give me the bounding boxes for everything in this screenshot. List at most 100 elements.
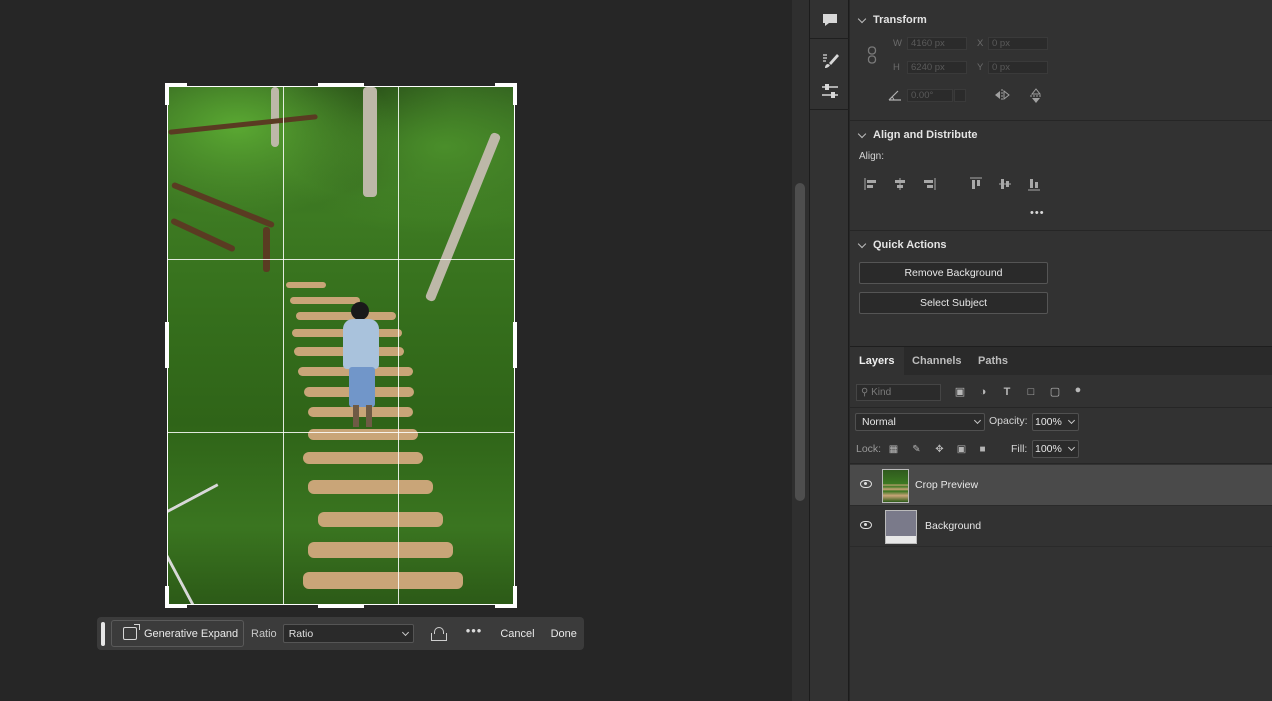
align-top-icon[interactable] xyxy=(969,177,983,191)
crop-contextual-taskbar: Generative Expand Ratio Ratio ••• Cancel… xyxy=(97,617,584,650)
fill-value: 100% xyxy=(1035,443,1062,455)
ratio-select[interactable]: Ratio xyxy=(282,624,414,643)
opacity-field[interactable]: 100% xyxy=(1032,413,1079,431)
lock-transparent-pixels-icon[interactable]: ▦ xyxy=(888,444,899,455)
tab-paths[interactable]: Paths xyxy=(969,347,1017,376)
transform-header[interactable]: Transform xyxy=(857,14,927,26)
layers-panel-tabs: Layers Channels Paths xyxy=(850,346,1272,376)
lock-artboard-icon[interactable]: ▣ xyxy=(956,444,967,455)
filter-toggle-icon[interactable]: ● xyxy=(1072,384,1084,396)
crop-handle-top[interactable] xyxy=(318,83,364,87)
layer-row-background[interactable]: Background xyxy=(850,506,1272,547)
done-button[interactable]: Done xyxy=(551,628,577,640)
crop-grid-line xyxy=(168,259,514,260)
align-vertical-center-icon[interactable] xyxy=(998,177,1012,191)
taskbar-grip-handle[interactable] xyxy=(101,621,105,646)
link-icon[interactable] xyxy=(867,46,877,64)
more-options-button[interactable]: ••• xyxy=(466,623,483,638)
crop-grid-line xyxy=(168,432,514,433)
x-field[interactable]: 0 px xyxy=(988,37,1048,50)
filter-shape-icon[interactable]: □ xyxy=(1025,386,1037,398)
scrollbar-thumb[interactable] xyxy=(795,183,805,501)
right-panel: Transform W 4160 px X 0 px H 6240 px Y 0… xyxy=(850,0,1272,701)
lock-image-pixels-icon[interactable]: ✎ xyxy=(911,444,922,455)
height-field[interactable]: 6240 px xyxy=(907,61,967,74)
photo-child-head xyxy=(351,302,369,320)
align-header[interactable]: Align and Distribute xyxy=(857,129,978,141)
quick-actions-header[interactable]: Quick Actions xyxy=(857,239,947,251)
content-aware-fill-icon[interactable] xyxy=(430,626,448,641)
crop-handle-top-left[interactable] xyxy=(165,83,169,105)
photo-image xyxy=(168,87,514,604)
chevron-down-icon xyxy=(1067,443,1076,452)
tab-layers[interactable]: Layers xyxy=(850,347,904,376)
layer-kind-filter[interactable]: ⚲ Kind xyxy=(856,384,941,401)
adjustments-icon[interactable] xyxy=(820,82,840,100)
filter-adjustment-icon[interactable]: ◑ xyxy=(977,386,989,398)
lock-position-icon[interactable]: ✥ xyxy=(934,444,945,455)
photo-step xyxy=(318,512,443,527)
crop-handle-bottom-left[interactable] xyxy=(165,586,169,608)
angle-field[interactable]: 0.00° xyxy=(907,89,953,102)
fill-field[interactable]: 100% xyxy=(1032,440,1079,458)
document-canvas[interactable]: Generative Expand Ratio Ratio ••• Cancel… xyxy=(0,0,792,701)
flip-horizontal-icon[interactable] xyxy=(993,88,1011,102)
ratio-label: Ratio xyxy=(251,627,277,640)
crop-handle-bottom[interactable] xyxy=(318,604,364,608)
blend-mode-select[interactable]: Normal xyxy=(855,413,985,431)
layer-name[interactable]: Background xyxy=(925,520,981,532)
height-label: H xyxy=(893,62,900,73)
lock-all-icon[interactable]: ■ xyxy=(977,444,988,455)
filter-smart-object-icon[interactable]: ▢ xyxy=(1049,386,1061,398)
align-section: Align and Distribute Align: ••• xyxy=(850,121,1272,231)
generative-expand-button[interactable]: Generative Expand xyxy=(111,620,244,647)
align-bottom-icon[interactable] xyxy=(1027,177,1041,191)
angle-dropdown[interactable] xyxy=(954,89,966,102)
photo-child-body xyxy=(343,319,379,369)
tab-channels[interactable]: Channels xyxy=(903,347,971,376)
align-right-icon[interactable] xyxy=(922,177,936,191)
align-left-icon[interactable] xyxy=(864,177,878,191)
crop-handle-left[interactable] xyxy=(165,322,169,368)
layer-row-crop-preview[interactable]: Crop Preview xyxy=(850,465,1272,506)
photo-step xyxy=(303,572,463,589)
remove-background-button[interactable]: Remove Background xyxy=(859,262,1048,284)
photo-tree-trunk xyxy=(271,87,279,147)
comments-icon[interactable] xyxy=(820,12,840,30)
select-subject-button[interactable]: Select Subject xyxy=(859,292,1048,314)
chevron-down-icon xyxy=(857,14,867,23)
x-label: X xyxy=(977,38,984,49)
visibility-eye-icon[interactable] xyxy=(860,480,872,488)
photo-step xyxy=(286,282,326,288)
photo-step xyxy=(303,452,423,464)
align-label: Align: xyxy=(859,151,885,162)
y-field[interactable]: 0 px xyxy=(988,61,1048,74)
kind-filter-placeholder: Kind xyxy=(871,387,892,398)
align-horizontal-center-icon[interactable] xyxy=(893,177,907,191)
blend-mode-value: Normal xyxy=(862,416,896,428)
crop-handle-bottom-right[interactable] xyxy=(513,586,517,608)
canvas-scrollbar[interactable] xyxy=(792,0,810,701)
crop-handle-right[interactable] xyxy=(513,322,517,368)
width-field[interactable]: 4160 px xyxy=(907,37,967,50)
transform-title: Transform xyxy=(873,14,927,26)
photo-child-leg xyxy=(366,405,372,427)
photo-step xyxy=(308,542,453,558)
cancel-button[interactable]: Cancel xyxy=(500,628,534,640)
filter-type-icon[interactable]: T xyxy=(1001,386,1013,398)
photo-step xyxy=(296,312,396,320)
photo-handrail xyxy=(168,483,274,604)
brush-settings-icon[interactable] xyxy=(820,52,840,70)
crop-handle-top-right[interactable] xyxy=(513,83,517,105)
align-more-button[interactable]: ••• xyxy=(1030,207,1045,219)
flip-vertical-icon[interactable] xyxy=(1029,87,1043,105)
photo-step xyxy=(290,297,360,304)
y-label: Y xyxy=(977,62,984,73)
fill-label: Fill: xyxy=(1011,443,1028,455)
chevron-down-icon xyxy=(973,416,982,425)
photo-tree-trunk xyxy=(363,87,377,197)
visibility-eye-icon[interactable] xyxy=(860,521,872,529)
lock-row: Lock: ▦ ✎ ✥ ▣ ■ Fill: 100% xyxy=(850,435,1272,464)
filter-pixel-icon[interactable]: ▣ xyxy=(954,386,966,398)
layer-name[interactable]: Crop Preview xyxy=(915,479,978,491)
